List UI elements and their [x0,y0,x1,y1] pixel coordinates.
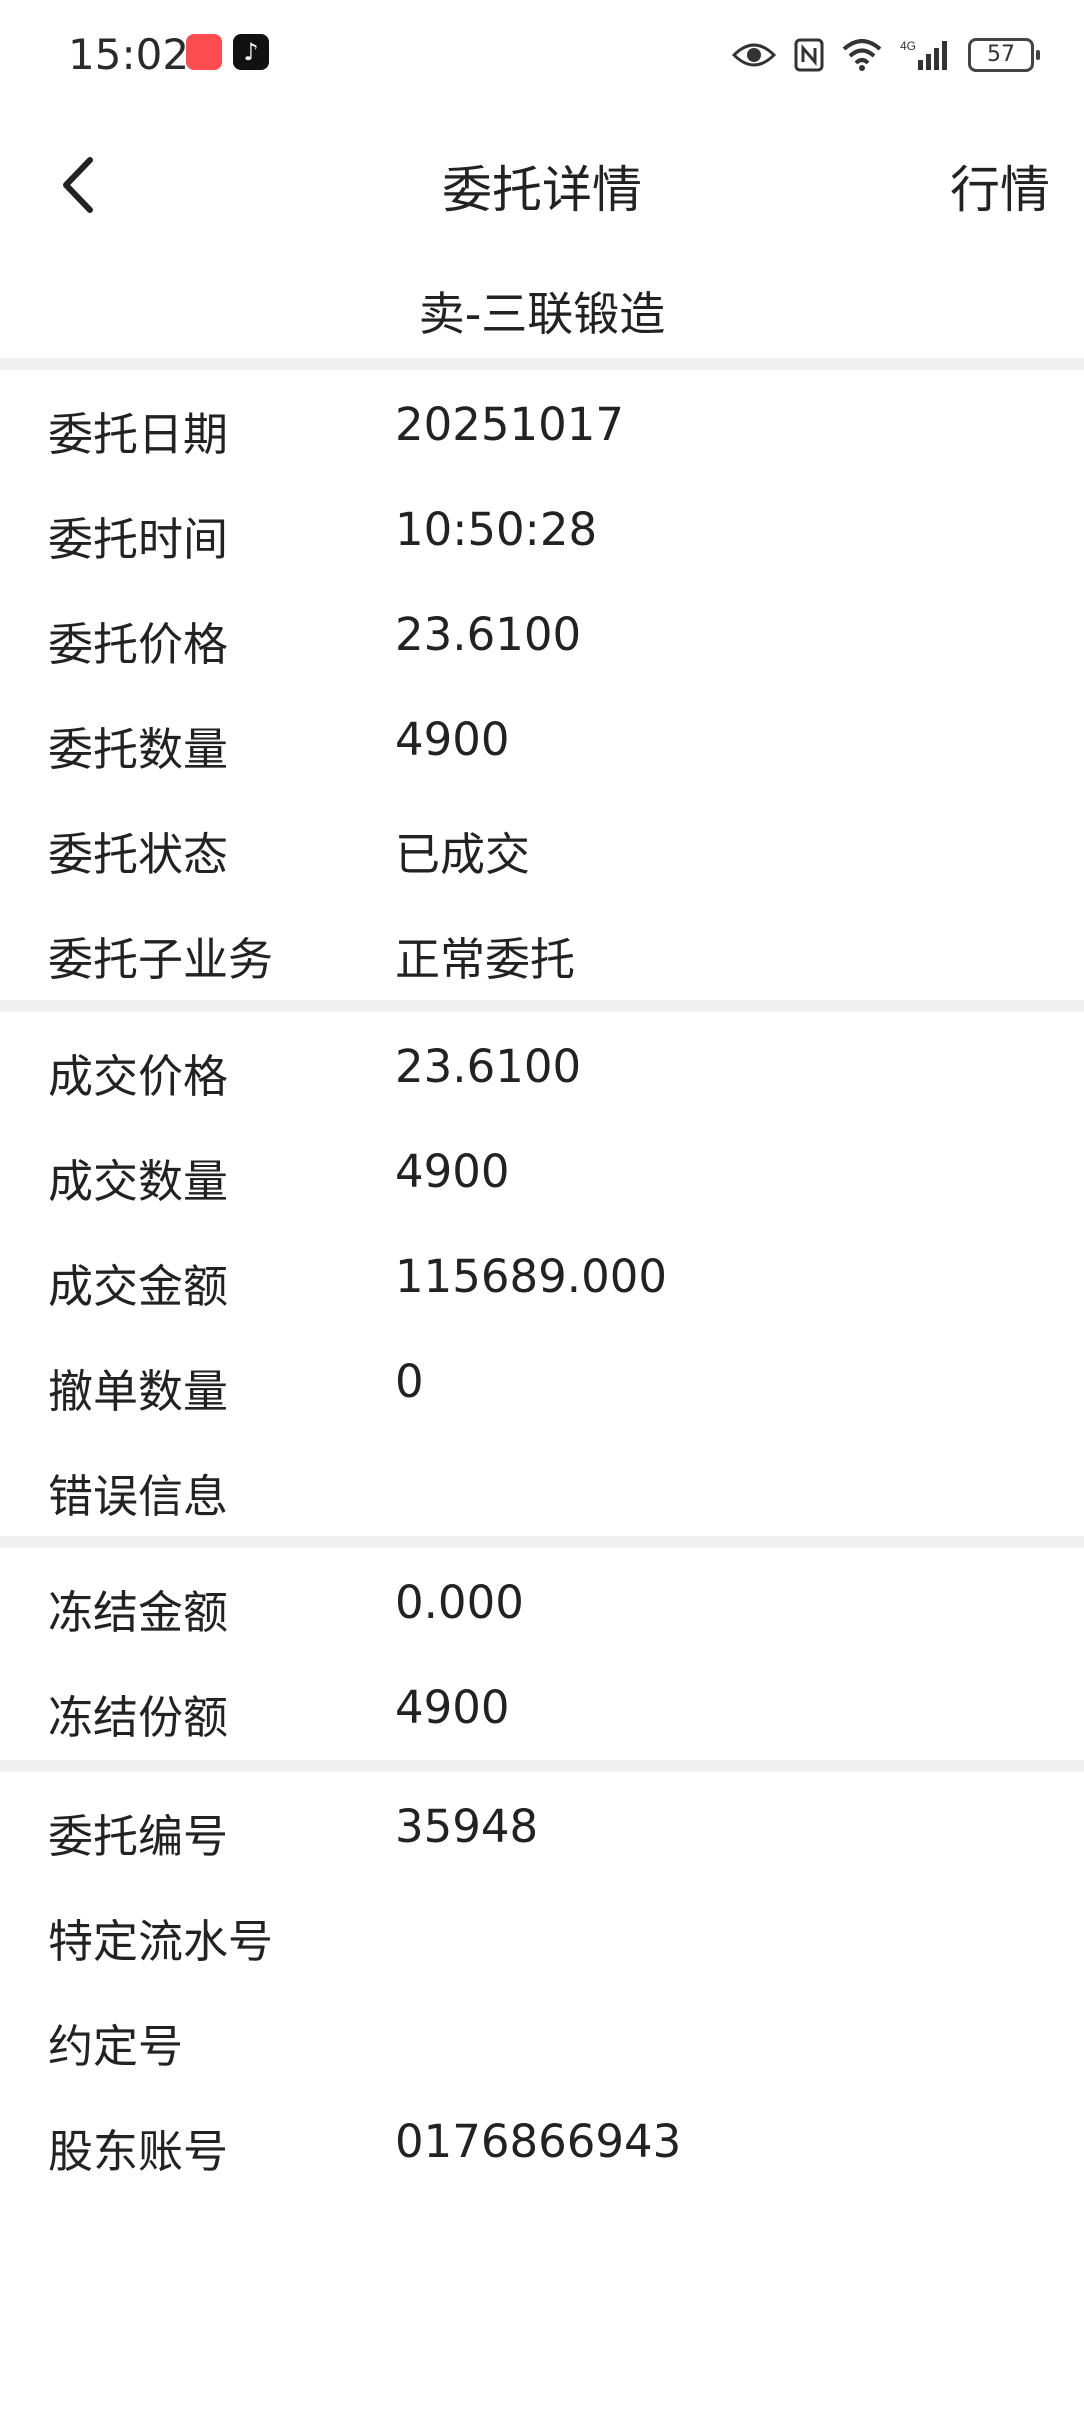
detail-label: 特定流水号 [48,1915,274,1968]
detail-value: 4900 [395,1145,510,1198]
order-subtitle: 卖-三联锻造 [418,287,666,341]
detail-row: 成交金额 115689.000 [0,1222,1084,1327]
detail-label: 委托子业务 [48,933,274,986]
detail-label: 冻结份额 [48,1691,229,1744]
detail-row: 错误信息 [0,1432,1084,1537]
section-divider [0,1000,1084,1012]
detail-label: 委托日期 [48,408,229,461]
detail-row: 约定号 [0,1982,1084,2087]
detail-row: 委托时间 10:50:28 [0,475,1084,580]
detail-label: 成交价格 [48,1050,229,1103]
status-time: 15:02 [68,30,190,79]
detail-row: 委托编号 35948 [0,1772,1084,1877]
detail-row: 成交价格 23.6100 [0,1012,1084,1117]
market-button[interactable]: 行情 [950,150,1050,222]
detail-section: 成交价格 23.6100 成交数量 4900 成交金额 115689.000 撤单数量 0 错误… [0,1000,1084,1537]
detail-value: 10:50:28 [395,503,598,556]
svg-text:4G: 4G [900,39,916,53]
navigation-bar: 委托详情 行情 [0,120,1084,250]
detail-row: 冻结份额 4900 [0,1653,1084,1758]
detail-value: 正常委托 [395,933,576,986]
detail-row: 撤单数量 0 [0,1327,1084,1432]
detail-row: 委托状态 已成交 [0,790,1084,895]
detail-value: 0.000 [395,1576,524,1629]
detail-label: 冻结金额 [48,1586,229,1639]
detail-label: 成交金额 [48,1260,229,1313]
detail-row: 特定流水号 [0,1877,1084,1982]
detail-label: 委托数量 [48,723,229,776]
page-title: 委托详情 [442,161,642,219]
detail-row: 委托价格 23.6100 [0,580,1084,685]
detail-value: 已成交 [395,828,531,881]
detail-row: 委托子业务 正常委托 [0,895,1084,1000]
wifi-icon [842,39,882,71]
detail-value: 23.6100 [395,608,582,661]
section-divider [0,358,1084,370]
detail-label: 委托时间 [48,513,229,566]
detail-row: 委托日期 20251017 [0,370,1084,475]
detail-label: 股东账号 [48,2125,229,2178]
detail-value: 4900 [395,1681,510,1734]
detail-section: 委托编号 35948 特定流水号约定号股东账号 0176866943 [0,1760,1084,2192]
detail-label: 委托价格 [48,618,229,671]
nfc-icon [794,38,824,72]
battery-icon: 57 [968,38,1040,72]
detail-label: 委托编号 [48,1810,229,1863]
status-bar: 15:02 ♪ 4G 57 [0,0,1084,110]
detail-row: 冻结金额 0.000 [0,1548,1084,1653]
signal-4g-icon: 4G [900,39,947,70]
detail-section: 冻结金额 0.000 冻结份额 4900 [0,1536,1084,1758]
detail-value: 20251017 [395,398,625,451]
detail-row: 委托数量 4900 [0,685,1084,790]
detail-value: 0 [395,1355,424,1408]
detail-section: 委托日期 20251017 委托时间 10:50:28 委托价格 23.6100 委托数量 4… [0,358,1084,1000]
detail-label: 成交数量 [48,1155,229,1208]
detail-label: 撤单数量 [48,1365,229,1418]
detail-value: 23.6100 [395,1040,582,1093]
detail-row: 成交数量 4900 [0,1117,1084,1222]
section-divider [0,1536,1084,1548]
detail-value: 4900 [395,713,510,766]
eye-icon [732,43,776,67]
detail-label: 约定号 [48,2020,184,2073]
section-divider [0,1760,1084,1772]
tiktok-icon: ♪ [233,34,269,70]
detail-label: 错误信息 [48,1470,229,1523]
detail-value: 115689.000 [395,1250,667,1303]
shopping-app-icon [186,34,222,70]
detail-value: 35948 [395,1800,539,1853]
detail-label: 委托状态 [48,828,229,881]
status-icons: 4G 57 [732,30,1040,80]
detail-value: 0176866943 [395,2115,682,2168]
detail-row: 股东账号 0176866943 [0,2087,1084,2192]
